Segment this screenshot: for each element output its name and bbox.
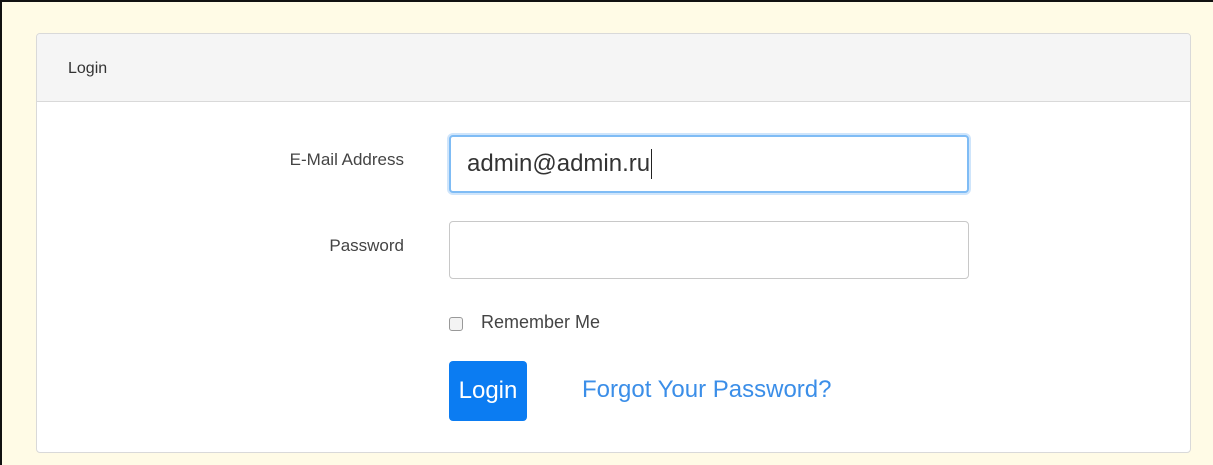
- password-label: Password: [329, 236, 404, 255]
- panel-title: Login: [68, 60, 108, 77]
- login-button[interactable]: Login: [449, 361, 527, 421]
- frame-left-border: [0, 0, 2, 465]
- panel-header: Login: [37, 34, 1190, 102]
- forgot-password-link[interactable]: Forgot Your Password?: [582, 376, 831, 404]
- remember-me-label[interactable]: Remember Me: [481, 312, 600, 333]
- email-value: admin@admin.ru: [467, 150, 651, 177]
- password-field[interactable]: [449, 221, 969, 279]
- email-label: E-Mail Address: [289, 150, 404, 169]
- text-caret: [651, 149, 653, 179]
- login-panel: Login E-Mail Address admin@admin.ru Pass…: [36, 33, 1191, 453]
- frame-top-border: [0, 0, 1213, 2]
- remember-me-checkbox[interactable]: [449, 317, 463, 331]
- email-field[interactable]: admin@admin.ru: [449, 135, 969, 193]
